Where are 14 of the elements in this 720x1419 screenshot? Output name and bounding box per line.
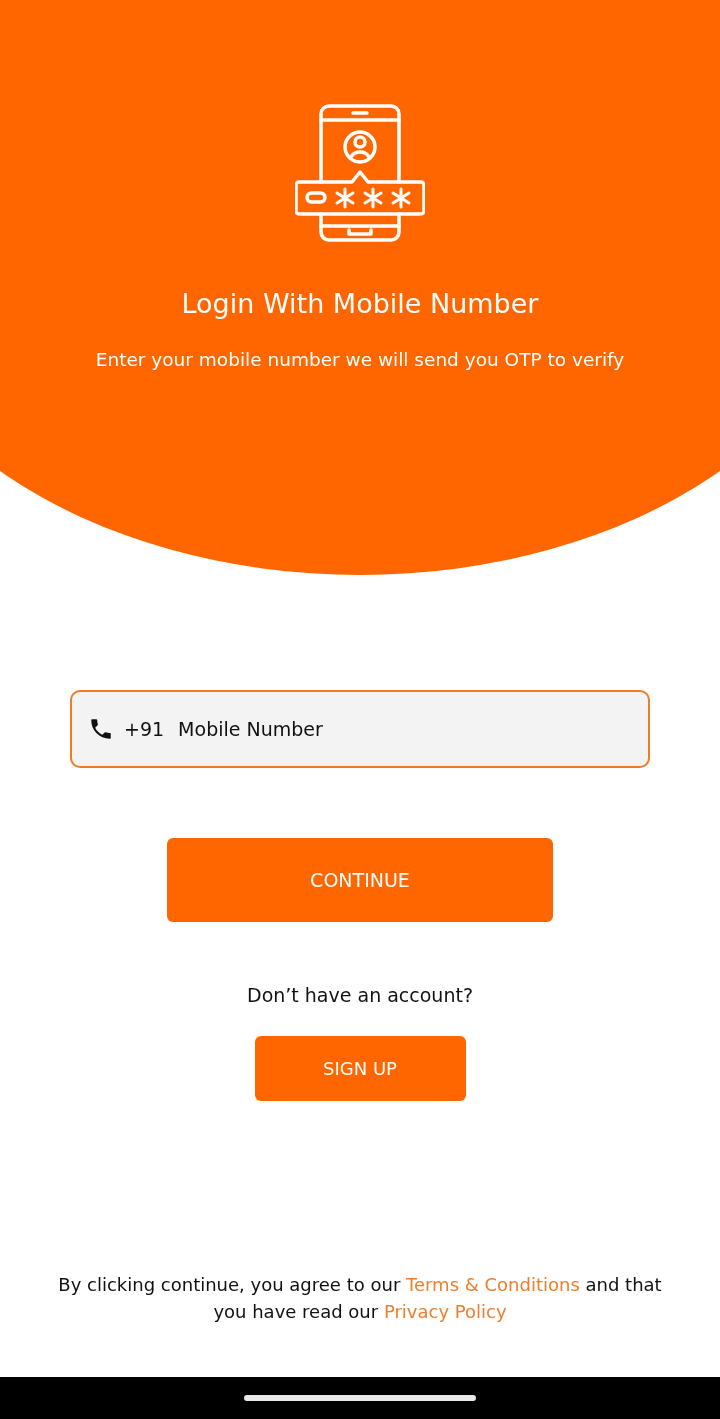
terms-notice: By clicking continue, you agree to our Terms & Conditions and that you have read our Privacy Policy	[57, 1273, 663, 1324]
home-indicator[interactable]	[244, 1395, 476, 1401]
page-title: Login With Mobile Number	[181, 288, 539, 319]
page-subtitle: Enter your mobile number we will send you OTP to verify	[95, 349, 625, 370]
sign-up-button[interactable]: SIGN UP	[254, 1036, 466, 1101]
phone-icon	[88, 716, 114, 742]
phone-password-icon	[295, 104, 425, 244]
mobile-number-input[interactable]: Mobile Number	[176, 717, 648, 741]
privacy-link[interactable]: Privacy Policy	[383, 1301, 507, 1322]
terms-link[interactable]: Terms & Conditions	[406, 1274, 580, 1295]
mobile-number-field[interactable]: +91 Mobile Number	[70, 690, 650, 768]
country-code: +91	[124, 718, 165, 740]
signup-prompt: Don’t have an account?	[247, 984, 473, 1006]
continue-button[interactable]: CONTINUE	[167, 838, 553, 922]
